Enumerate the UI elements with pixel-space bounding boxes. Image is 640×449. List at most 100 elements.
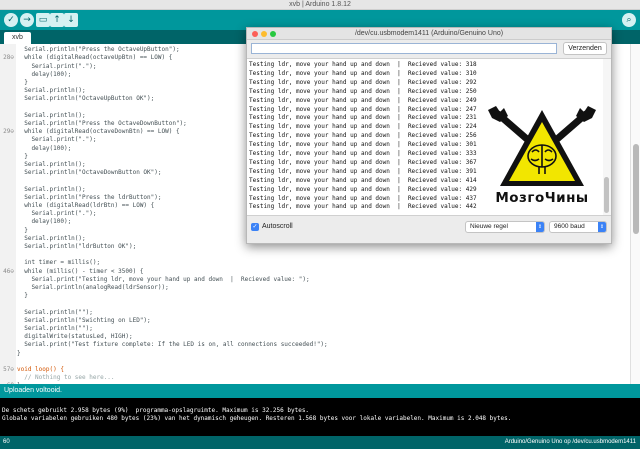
chevron-updown-icon: ⇕: [598, 222, 606, 232]
upload-button[interactable]: →: [20, 13, 34, 27]
serial-output-line: Testing ldr, move your hand up and down …: [249, 167, 477, 175]
baud-rate-value: 9600 baud: [554, 223, 585, 230]
serial-output-line: Testing ldr, move your hand up and down …: [249, 87, 477, 95]
serial-bottom-bar: ✓ Autoscroll Nieuwe regel ⇕ 9600 baud ⇕: [247, 218, 611, 243]
serial-output-line: Testing ldr, move your hand up and down …: [249, 61, 477, 68]
code-line: int timer = millis();: [0, 259, 630, 267]
serial-window-title: /dev/cu.usbmodem1411 (Arduino/Genuino Un…: [354, 30, 504, 37]
ide-window-title: xvb | Arduino 1.8.12: [289, 1, 351, 8]
tab-xvb[interactable]: xvb: [4, 32, 31, 44]
serial-output-line: Testing ldr, move your hand up and down …: [249, 158, 477, 166]
code-line: Serial.print("Test fixture complete: If …: [0, 341, 630, 349]
brain-wrench-warning-icon: [488, 106, 596, 186]
code-text: digitalWrite(statusLed, HIGH);: [17, 333, 133, 341]
line-ending-select[interactable]: Nieuwe regel ⇕: [465, 221, 545, 233]
serial-titlebar: /dev/cu.usbmodem1411 (Arduino/Genuino Un…: [247, 28, 611, 40]
serial-monitor-button[interactable]: ⌕: [622, 13, 636, 27]
code-text: Serial.println();: [17, 111, 86, 119]
serial-output-line: Testing ldr, move your hand up and down …: [249, 132, 477, 140]
serial-scrollbar[interactable]: [603, 59, 611, 215]
code-text: }: [17, 79, 28, 86]
code-text: Serial.println();: [17, 161, 86, 168]
serial-output-line: Testing ldr, move your hand up and down …: [249, 194, 477, 202]
line-ending-value: Nieuwe regel: [470, 223, 508, 230]
code-text: while (digitalRead(ldrBtn) == LOW) {: [17, 202, 155, 209]
code-text: Serial.println("Swichting on LED");: [17, 316, 151, 324]
code-text: }: [17, 349, 21, 357]
board-port-info: Arduino/Genuino Uno op /dev/cu.usbmodem1…: [504, 439, 636, 445]
code-text: Serial.println("");: [17, 308, 93, 316]
arrow-up-icon: ↑: [53, 15, 61, 25]
code-line: Serial.println("");: [0, 325, 630, 333]
code-text: Serial.println("Press the OctaveUpButton…: [17, 46, 180, 54]
line-number: 29⊖: [3, 128, 14, 136]
code-line: Serial.println(analogRead(ldrSensor));: [0, 284, 630, 292]
code-text: Serial.println(analogRead(ldrSensor));: [17, 284, 169, 291]
arrow-right-icon: →: [23, 15, 31, 25]
arrow-down-icon: ↓: [67, 15, 75, 25]
code-text: Serial.println();: [17, 185, 86, 193]
code-line: Serial.println("Swichting on LED");: [0, 317, 630, 325]
autoscroll-label: Autoscroll: [262, 223, 293, 230]
code-line: }: [0, 350, 630, 358]
send-button[interactable]: Verzenden: [563, 42, 607, 55]
serial-output-line: Testing ldr, move your hand up and down …: [249, 123, 477, 131]
console-line: Globale variabelen gebruiken 480 bytes (…: [2, 415, 512, 422]
serial-scroll-thumb[interactable]: [604, 177, 609, 213]
editor-scroll-thumb[interactable]: [633, 144, 639, 234]
code-text: while (digitalRead(octaveUpBtn) == LOW) …: [17, 54, 173, 62]
code-line: 46⊖ while (millis() - timer < 3500) {: [0, 268, 630, 276]
save-sketch-button[interactable]: ↓: [64, 13, 78, 27]
code-line: digitalWrite(statusLed, HIGH);: [0, 333, 630, 341]
code-text: }: [17, 292, 28, 300]
code-text: Serial.print(".");: [17, 210, 97, 218]
line-number: 57⊖: [3, 366, 14, 373]
code-text: }: [17, 152, 28, 160]
code-text: Serial.println();: [17, 87, 86, 95]
code-text: Serial.print("Test fixture complete: If …: [17, 341, 328, 349]
code-text: while (digitalRead(octaveDownBtn) == LOW…: [17, 128, 180, 136]
code-text: Serial.print(".");: [17, 62, 97, 70]
serial-output-line: Testing ldr, move your hand up and down …: [249, 150, 477, 157]
check-icon: ✓: [7, 15, 15, 25]
code-text: delay(100);: [17, 218, 72, 226]
status-bar: Uploaden voltooid.: [0, 384, 640, 398]
code-text: Serial.println("Press the OctaveDownButt…: [17, 120, 187, 127]
code-text: Serial.print(".");: [17, 136, 97, 144]
verify-button[interactable]: ✓: [4, 13, 18, 27]
current-line-number: 60: [3, 439, 10, 445]
code-line: 57⊖ void loop() {: [0, 366, 630, 374]
new-file-icon: ▭: [38, 15, 48, 25]
code-text: Serial.println("ldrButton OK");: [17, 243, 137, 250]
code-line: }: [0, 292, 630, 300]
serial-output-line: Testing ldr, move your hand up and down …: [249, 176, 477, 184]
ide-titlebar: xvb | Arduino 1.8.12: [0, 0, 640, 10]
new-sketch-button[interactable]: ▭: [36, 13, 50, 27]
chevron-updown-icon: ⇕: [536, 222, 544, 232]
code-text: Serial.println();: [17, 44, 85, 45]
code-text: Serial.println("OctaveDownButton OK");: [17, 169, 162, 177]
code-line: Serial.println("ldrButton OK");: [0, 243, 630, 251]
serial-send-input[interactable]: [251, 43, 557, 54]
open-sketch-button[interactable]: ↑: [50, 13, 64, 27]
serial-output-line: Testing ldr, move your hand up and down …: [249, 69, 477, 77]
serial-output-line: Testing ldr, move your hand up and down …: [249, 105, 477, 113]
code-line: Serial.print("Testing ldr, move your han…: [0, 276, 630, 284]
line-number: 46⊖: [3, 267, 14, 275]
code-line: // Nothing to see here...: [0, 374, 630, 382]
checkmark-icon: ✓: [252, 224, 258, 230]
bottom-info-bar: 60 Arduino/Genuino Uno op /dev/cu.usbmod…: [0, 436, 640, 449]
autoscroll-checkbox[interactable]: ✓: [251, 223, 259, 231]
serial-output-line: Testing ldr, move your hand up and down …: [249, 141, 477, 149]
code-text: delay(100);: [17, 144, 72, 152]
console-line: De schets gebruikt 2.958 bytes (9%) prog…: [2, 407, 310, 414]
editor-scrollbar[interactable]: [630, 44, 640, 384]
code-text: Serial.println("");: [17, 325, 93, 332]
code-text: }: [17, 226, 28, 234]
serial-output-line: Testing ldr, move your hand up and down …: [249, 114, 477, 122]
baud-rate-select[interactable]: 9600 baud ⇕: [549, 221, 607, 233]
serial-output-line: Testing ldr, move your hand up and down …: [249, 78, 477, 86]
logo-text: МозгоЧины: [495, 190, 589, 206]
